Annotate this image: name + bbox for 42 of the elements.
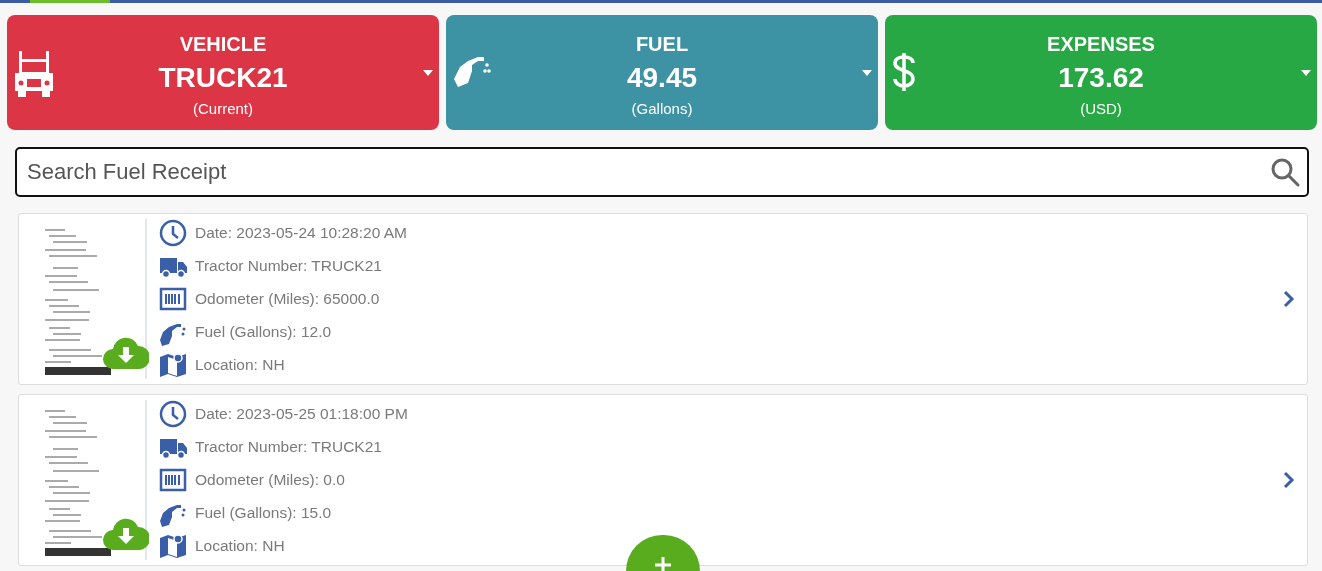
cloud-download-icon[interactable] xyxy=(103,516,149,550)
detail-text: Fuel (Gallons): 12.0 xyxy=(195,323,332,341)
detail-text: Odometer (Miles): 65000.0 xyxy=(195,290,380,308)
chevron-right-icon[interactable] xyxy=(1283,471,1295,489)
card-unit: (Current) xyxy=(193,99,253,117)
card-title: VEHICLE xyxy=(179,32,267,56)
summary-card[interactable]: EXPENSES 173.62 (USD) xyxy=(885,15,1317,130)
detail-text: Fuel (Gallons): 15.0 xyxy=(195,504,332,522)
card-title: EXPENSES xyxy=(1047,32,1155,56)
card-value: TRUCK21 xyxy=(158,61,288,94)
cloud-download-icon[interactable] xyxy=(103,335,149,369)
map-icon xyxy=(159,351,187,379)
map-icon xyxy=(159,532,187,560)
card-value: 173.62 xyxy=(1058,61,1144,94)
detail-text: Odometer (Miles): 0.0 xyxy=(195,471,345,489)
card-unit: (USD) xyxy=(1080,99,1122,117)
detail-text: Date: 2023-05-25 01:18:00 PM xyxy=(195,405,408,423)
dropdown-caret-icon[interactable] xyxy=(1301,70,1311,76)
barcode-icon xyxy=(159,466,187,494)
dropdown-caret-icon[interactable] xyxy=(423,70,433,76)
barcode-icon xyxy=(159,285,187,313)
detail-text: Tractor Number: TRUCK21 xyxy=(195,257,382,275)
card-value: 49.45 xyxy=(626,61,698,94)
search-icon[interactable] xyxy=(1269,156,1301,188)
receipt-card[interactable]: Date: 2023-05-25 01:18:00 PM Tractor Number: TRUCK21 Odometer (Miles): 0.0 Fuel (Gallons): 15.0 Location: NH xyxy=(18,394,1308,566)
chevron-right-icon[interactable] xyxy=(1283,290,1295,308)
clock-icon xyxy=(159,219,187,247)
summary-card[interactable]: FUEL 49.45 (Gallons) xyxy=(446,15,878,130)
summary-card[interactable]: VEHICLE TRUCK21 (Current) xyxy=(7,15,439,130)
detail-text: Date: 2023-05-24 10:28:20 AM xyxy=(195,224,407,242)
receipt-card[interactable]: Date: 2023-05-24 10:28:20 AM Tractor Number: TRUCK21 Odometer (Miles): 65000.0 Fuel (Gallons): 12.0 Location: NH xyxy=(18,213,1308,385)
card-unit: (Gallons) xyxy=(631,99,693,117)
clock-icon xyxy=(159,400,187,428)
detail-text: Tractor Number: TRUCK21 xyxy=(195,438,382,456)
detail-text: Location: NH xyxy=(195,537,285,555)
dropdown-caret-icon[interactable] xyxy=(862,70,872,76)
search-field[interactable]: Search Fuel Receipt xyxy=(15,147,1309,197)
plus-icon xyxy=(653,555,673,571)
dollar-icon xyxy=(891,51,917,93)
truck-icon xyxy=(13,51,55,99)
card-title: FUEL xyxy=(635,32,689,56)
detail-text: Location: NH xyxy=(195,356,285,374)
